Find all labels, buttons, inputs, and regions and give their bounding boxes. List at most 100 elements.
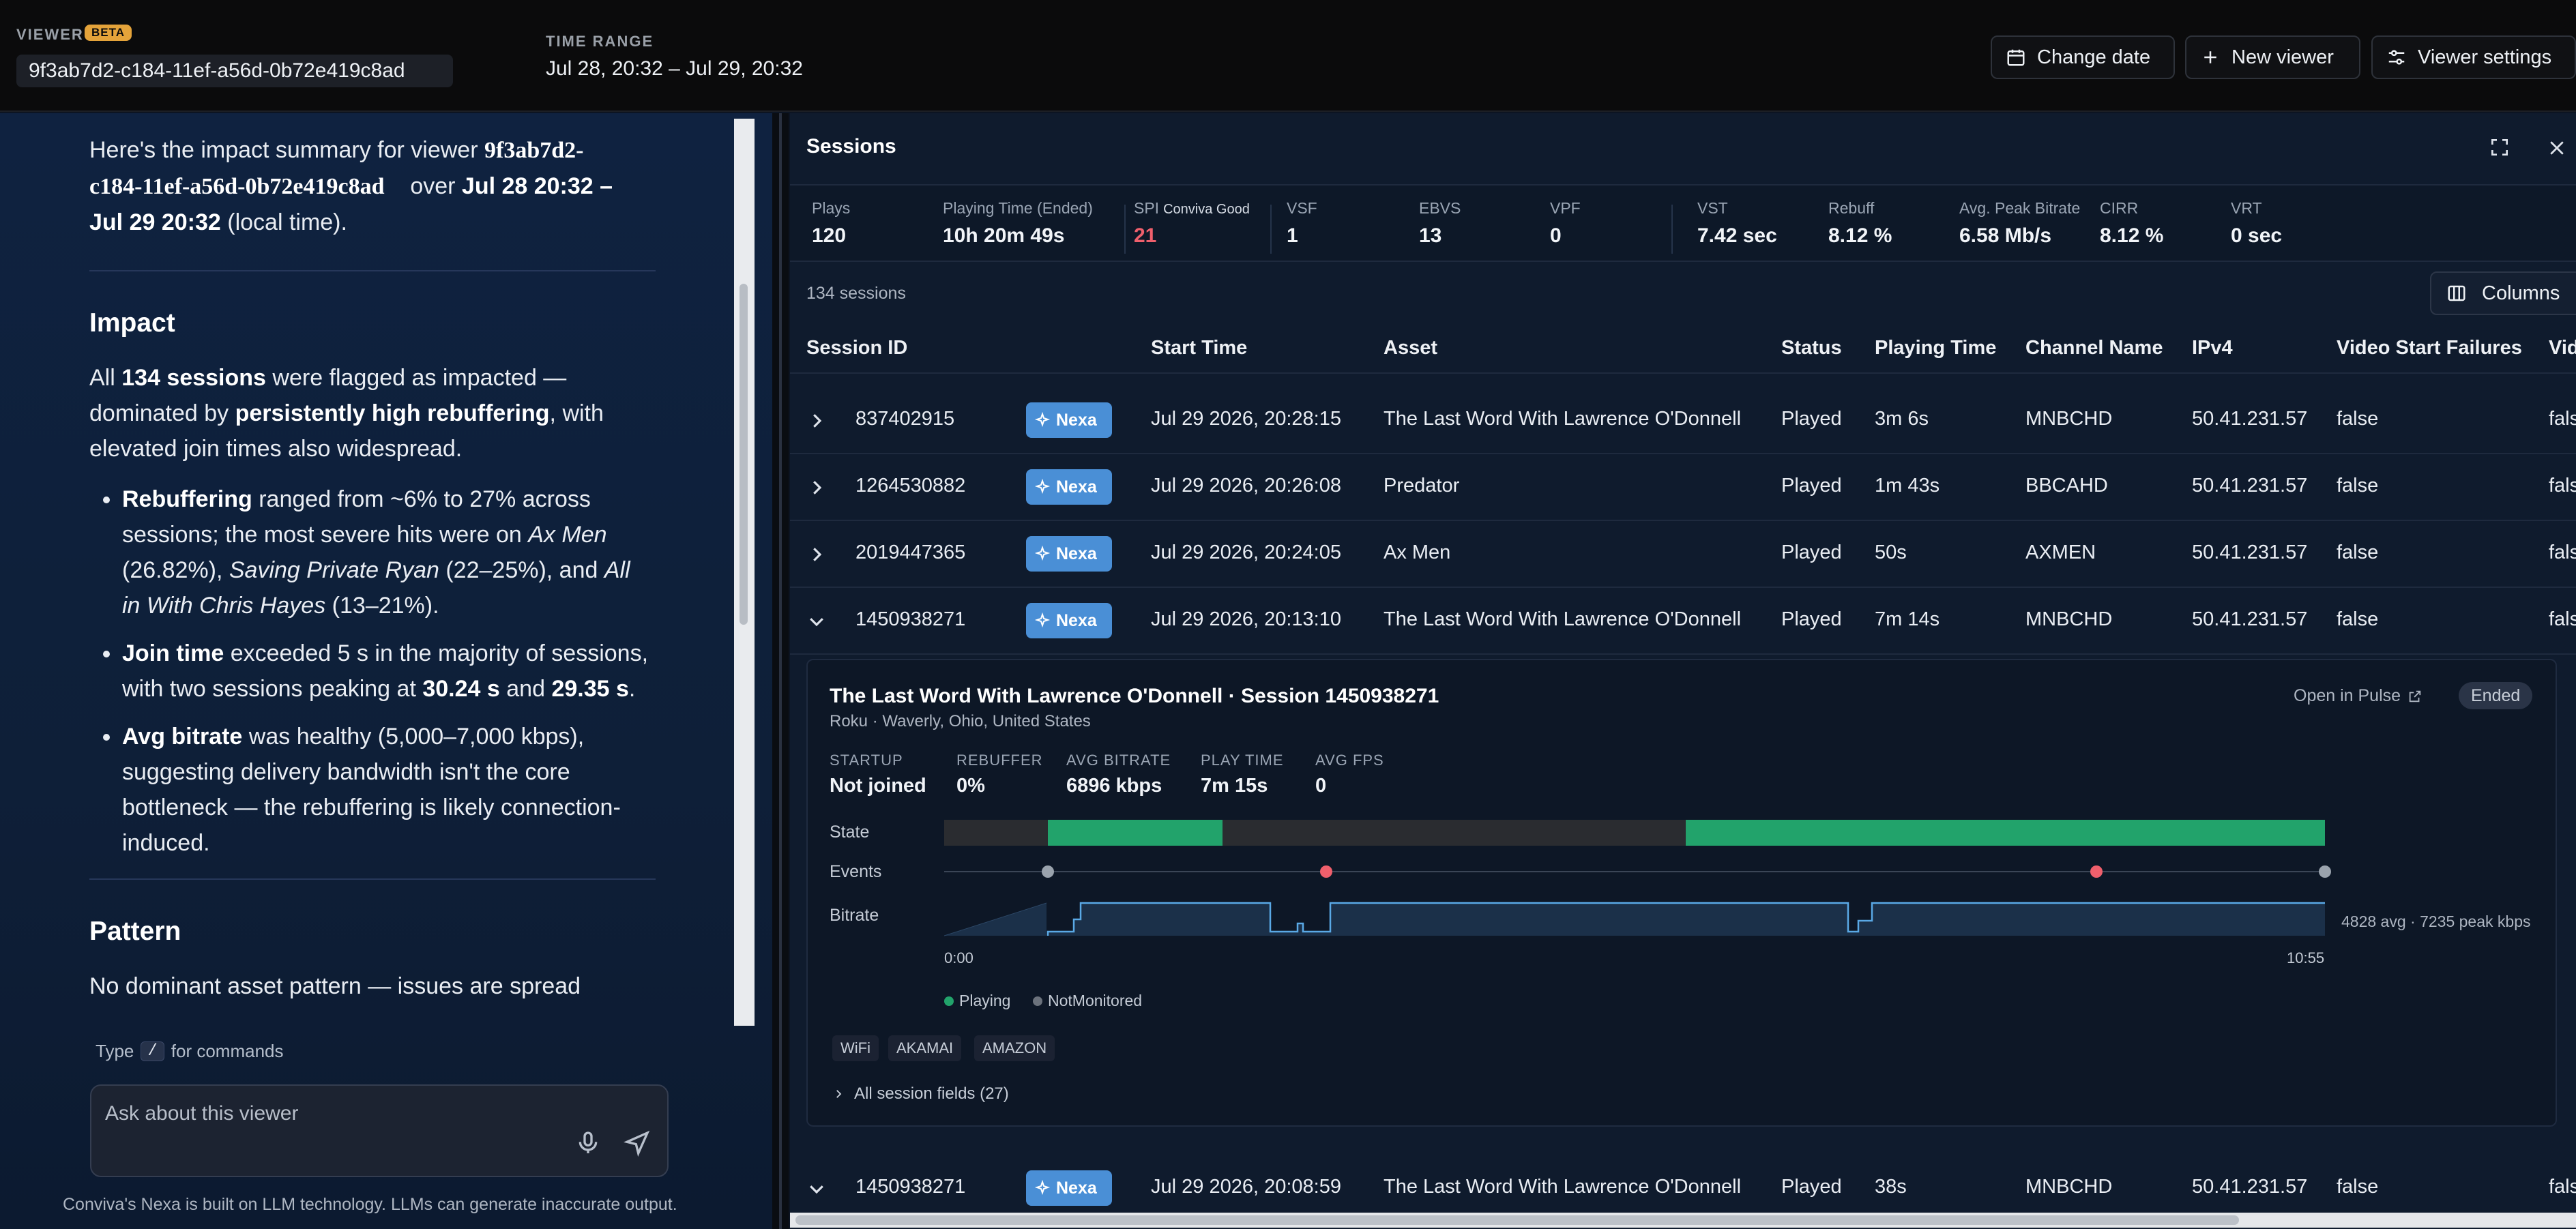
all-session-fields-label: All session fields (27) xyxy=(854,1084,1009,1103)
metric-label: Rebuff xyxy=(1828,199,1875,217)
table-row[interactable]: 1264530882 Jul 29 2026, 20:26:08 Predator P… xyxy=(790,454,2576,521)
nexa-button[interactable]: Nexa xyxy=(1026,603,1112,638)
legend-playing: Playing xyxy=(944,992,1010,1010)
cell-session-id[interactable]: 1450938271 xyxy=(855,1176,965,1198)
impact-bold: persistently high rebuffering xyxy=(235,400,550,426)
panel-splitter[interactable] xyxy=(772,113,789,1229)
col-start-time[interactable]: Start Time xyxy=(1151,337,1247,359)
cell-video-start-failures: false xyxy=(2337,475,2379,497)
event-marker-error[interactable] xyxy=(2090,865,2103,878)
cell-asset: Ax Men xyxy=(1384,542,1451,563)
time-range-label: TIME RANGE xyxy=(546,33,654,50)
cell-video-start-failures: false xyxy=(2337,1176,2379,1198)
nexa-button[interactable]: Nexa xyxy=(1026,536,1112,572)
stat-value: 6896 kbps xyxy=(1066,775,1162,797)
col-playing-time[interactable]: Playing Time xyxy=(1875,337,1996,359)
all-session-fields-toggle[interactable]: All session fields (27) xyxy=(832,1084,1009,1104)
col-status[interactable]: Status xyxy=(1781,337,1842,359)
col-asset[interactable]: Asset xyxy=(1384,337,1437,359)
impact-text: dominated by xyxy=(89,400,229,426)
close-icon[interactable] xyxy=(2547,138,2567,158)
nexa-button[interactable]: Nexa xyxy=(1026,469,1112,505)
cell-session-id[interactable]: 837402915 xyxy=(855,408,954,430)
cell-start-time: Jul 29 2026, 20:13:10 xyxy=(1151,608,1341,630)
bullet-text: sessions; the most severe hits were on xyxy=(122,522,522,548)
viewer-settings-button[interactable]: Viewer settings xyxy=(2371,35,2576,79)
chat-scrollbar-thumb[interactable] xyxy=(740,284,748,625)
col-session-id[interactable]: Session ID xyxy=(806,337,907,359)
event-marker[interactable] xyxy=(1042,865,1054,878)
cell-session-id[interactable]: 1450938271 xyxy=(855,608,965,631)
metric-vst: VST 7.42 sec xyxy=(1697,199,1777,248)
metric-avg-peak-bitrate: Avg. Peak Bitrate 6.58 Mb/s xyxy=(1959,199,2080,248)
chevron-right-icon[interactable] xyxy=(806,477,827,498)
col-video-start-failures[interactable]: Video Start Failures xyxy=(2337,337,2522,359)
bitrate-chart xyxy=(944,902,2325,936)
col-ipv4[interactable]: IPv4 xyxy=(2192,337,2233,359)
metric-spi: SPI Conviva Good 21 xyxy=(1134,199,1250,248)
chat-input[interactable] xyxy=(105,1097,583,1131)
metric-label: Avg. Peak Bitrate xyxy=(1959,199,2081,217)
bullet-italic: in With Chris Hayes xyxy=(122,593,326,619)
cell-start-time: Jul 29 2026, 20:24:05 xyxy=(1151,542,1341,563)
event-marker[interactable] xyxy=(2319,865,2331,878)
cell-session-id[interactable]: 1264530882 xyxy=(855,475,965,497)
microphone-icon[interactable] xyxy=(574,1129,602,1157)
cell-start-time: Jul 29 2026, 20:08:59 xyxy=(1151,1176,1341,1198)
time-range-value: Jul 28, 20:32 – Jul 29, 20:32 xyxy=(546,57,803,80)
col-channel-name[interactable]: Channel Name xyxy=(2025,337,2163,359)
impact-text: were flagged as impacted — xyxy=(272,365,567,391)
bullet-italic: Saving Private Ryan xyxy=(229,557,439,583)
col-video-truncated[interactable]: Vid xyxy=(2549,337,2576,359)
metric-value: 1 xyxy=(1287,224,1298,247)
bullet-text: induced. xyxy=(122,830,210,856)
metric-label: VRT xyxy=(2231,199,2262,217)
chevron-right-icon[interactable] xyxy=(806,544,827,565)
metric-value: 10h 20m 49s xyxy=(943,224,1065,247)
table-header: Session ID Start Time Asset Status Playi… xyxy=(790,325,2576,374)
send-icon[interactable] xyxy=(624,1129,651,1157)
bullet-text: (13–21%). xyxy=(332,593,439,619)
chevron-down-icon[interactable] xyxy=(806,611,827,632)
chevron-down-icon[interactable] xyxy=(806,1179,827,1199)
metric-label: EBVS xyxy=(1419,199,1461,217)
metric-label: Plays xyxy=(812,199,851,217)
columns-button[interactable]: Columns xyxy=(2430,271,2576,315)
table-horizontal-scrollbar-thumb[interactable] xyxy=(795,1215,2239,1225)
cell-channel-name: MNBCHD xyxy=(2025,608,2113,630)
table-row[interactable]: 1450938271 Jul 29 2026, 20:13:10 The Last … xyxy=(790,588,2576,655)
bullet-text: with two sessions peaking at xyxy=(122,676,416,702)
cell-video-truncated: fals xyxy=(2549,408,2576,430)
event-marker-error[interactable] xyxy=(1320,865,1332,878)
chevron-right-icon[interactable] xyxy=(806,411,827,431)
cell-asset: The Last Word With Lawrence O'Donnell xyxy=(1384,408,1742,430)
tag-akamai: AKAMAI xyxy=(888,1035,962,1061)
nexa-button[interactable]: Nexa xyxy=(1026,1170,1112,1206)
chat-panel: Here's the impact summary for viewer 9f3… xyxy=(0,113,772,1229)
viewer-id[interactable]: 9f3ab7d2-c184-11ef-a56d-0b72e419c8ad xyxy=(16,55,453,87)
timeline-start: 0:00 xyxy=(944,949,974,966)
command-hint-text: Type xyxy=(96,1041,134,1061)
expand-icon[interactable] xyxy=(2489,136,2511,158)
chevron-right-icon xyxy=(836,1090,842,1098)
lane-state-label: State xyxy=(830,823,870,842)
tag-amazon: AMAZON xyxy=(974,1035,1055,1061)
bullet-bold: Join time xyxy=(122,640,224,666)
table-row[interactable]: 837402915 Jul 29 2026, 20:28:15 The Last W… xyxy=(790,387,2576,454)
new-viewer-label: New viewer xyxy=(2231,46,2334,68)
nexa-button[interactable]: Nexa xyxy=(1026,402,1112,438)
bitrate-summary: 4828 avg · 7235 peak kbps xyxy=(2341,913,2531,930)
bullet-rebuffering: Rebuffering ranged from ~6% to 27% acros… xyxy=(89,482,656,623)
metric-label: VSF xyxy=(1287,199,1317,217)
stat-label: PLAY TIME xyxy=(1201,752,1284,769)
sessions-panel: Sessions Plays 120 Playing Time (Ended) 10… xyxy=(790,113,2576,1229)
pattern-paragraph: No dominant asset pattern — issues are s… xyxy=(89,973,581,999)
cell-session-id[interactable]: 2019447365 xyxy=(855,542,965,564)
open-in-pulse-link[interactable]: Open in Pulse xyxy=(2294,686,2423,706)
table-row[interactable]: 2019447365 Jul 29 2026, 20:24:05 Ax Men Pla… xyxy=(790,521,2576,588)
metric-vpf: VPF 0 xyxy=(1550,199,1581,248)
cell-start-time: Jul 29 2026, 20:28:15 xyxy=(1151,408,1341,430)
metric-value: 6.58 Mb/s xyxy=(1959,224,2052,247)
new-viewer-button[interactable]: New viewer xyxy=(2185,35,2360,79)
change-date-button[interactable]: Change date xyxy=(1991,35,2175,79)
